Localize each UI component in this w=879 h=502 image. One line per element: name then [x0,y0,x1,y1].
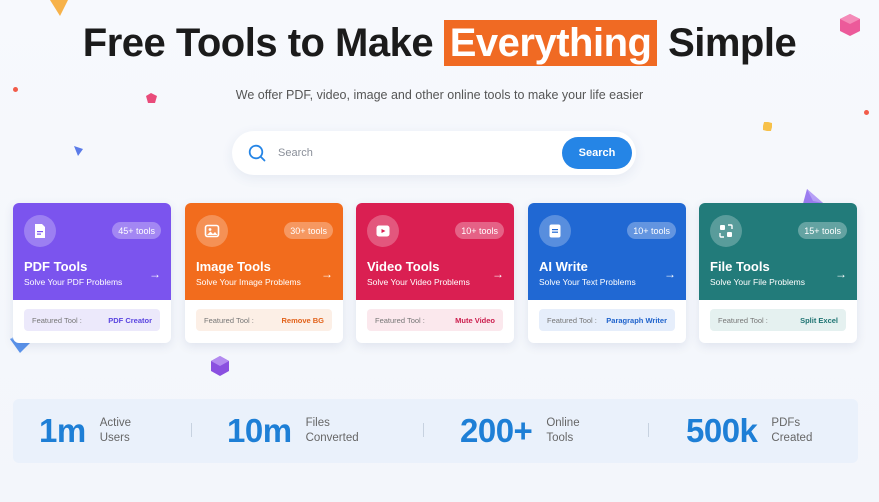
stat-pdfs-created: 500k PDFs Created [686,399,841,463]
card-video-tools[interactable]: 10+ tools Video Tools Solve Your Video P… [356,203,514,343]
stat-label-line: Converted [305,432,359,444]
divider [423,423,424,437]
featured-label: Featured Tool : [375,315,425,325]
card-title: File Tools [710,259,770,274]
stat-label-line: Online [546,417,580,429]
stat-number: 500k [686,412,758,449]
ai-write-icon [539,215,571,247]
stat-number: 1m [39,412,86,449]
stat-number: 200+ [460,412,533,449]
search-button[interactable]: Search [562,137,632,169]
card-description: Solve Your File Problems [710,277,805,287]
decor-orange-shape [50,0,68,16]
stat-label: Active Users [100,416,170,446]
title-highlight: Everything [443,20,658,66]
featured-tool[interactable]: Featured Tool : PDF Creator [24,309,160,331]
arrow-right-icon: → [835,267,847,281]
card-header: 10+ tools AI Write Solve Your Text Probl… [528,203,686,300]
featured-tool[interactable]: Featured Tool : Mute Video [367,309,503,331]
stat-online-tools: 200+ Online Tools [460,399,616,463]
card-header: 10+ tools Video Tools Solve Your Video P… [356,203,514,300]
card-title: AI Write [539,259,588,274]
tool-count-badge: 10+ tools [627,222,676,239]
featured-tool[interactable]: Featured Tool : Remove BG [196,309,332,331]
card-title: Video Tools [367,259,440,274]
search-icon [248,144,266,162]
featured-label: Featured Tool : [718,315,768,325]
stat-label-line: Active [99,417,132,429]
stat-label-line: Users [99,432,130,444]
arrow-right-icon: → [664,267,676,281]
search-input[interactable] [278,147,562,159]
arrow-right-icon: → [321,267,333,281]
stat-label-line: Created [771,432,813,444]
card-header: 15+ tools File Tools Solve Your File Pro… [699,203,857,300]
featured-label: Featured Tool : [32,315,82,325]
featured-tool-link[interactable]: Remove BG [281,316,324,325]
decor-blue-triangle [74,146,83,156]
title-part: Simple [657,21,797,65]
card-description: Solve Your Video Problems [367,277,470,287]
search-bar: Search [232,131,636,175]
arrow-right-icon: → [492,267,504,281]
card-ai-write[interactable]: 10+ tools AI Write Solve Your Text Probl… [528,203,686,343]
card-pdf-tools[interactable]: 45+ tools PDF Tools Solve Your PDF Probl… [13,203,171,343]
stat-label-line: Files [305,417,330,429]
featured-tool-link[interactable]: Split Excel [800,316,838,325]
card-header: 45+ tools PDF Tools Solve Your PDF Probl… [13,203,171,300]
card-title: Image Tools [196,259,271,274]
tool-count-badge: 15+ tools [798,222,847,239]
stat-label: Online Tools [546,416,616,446]
stat-label-line: PDFs [771,417,801,429]
card-image-tools[interactable]: 30+ tools Image Tools Solve Your Image P… [185,203,343,343]
card-description: Solve Your Text Problems [539,277,636,287]
image-icon [196,215,228,247]
page-title: Free Tools to Make Everything Simple [0,20,879,66]
card-file-tools[interactable]: 15+ tools File Tools Solve Your File Pro… [699,203,857,343]
file-icon [710,215,742,247]
decor-purple-cube [211,356,229,376]
tool-cards: 45+ tools PDF Tools Solve Your PDF Probl… [13,203,858,343]
title-part: Free Tools to Make [82,21,444,65]
decor-yellow-square [763,122,772,131]
featured-tool-link[interactable]: Paragraph Writer [606,316,667,325]
divider [191,423,192,437]
page-subtitle: We offer PDF, video, image and other onl… [235,88,644,102]
featured-tool-link[interactable]: PDF Creator [108,316,152,325]
pdf-icon [24,215,56,247]
card-title: PDF Tools [24,259,88,274]
arrow-right-icon: → [149,267,161,281]
tool-count-badge: 45+ tools [112,222,161,239]
tool-count-badge: 30+ tools [284,222,333,239]
stat-files-converted: 10m Files Converted [227,399,376,463]
featured-label: Featured Tool : [547,315,597,325]
featured-tool[interactable]: Featured Tool : Split Excel [710,309,846,331]
stat-label: PDFs Created [771,416,841,446]
decor-dot [864,110,869,115]
card-description: Solve Your PDF Problems [24,277,123,287]
stats-bar: 1m Active Users 10m Files Converted 200+ O… [13,399,858,463]
stat-label: Files Converted [306,416,376,446]
stat-active-users: 1m Active Users [39,399,170,463]
card-header: 30+ tools Image Tools Solve Your Image P… [185,203,343,300]
card-description: Solve Your Image Problems [196,277,301,287]
featured-tool-link[interactable]: Mute Video [455,316,495,325]
video-icon [367,215,399,247]
tool-count-badge: 10+ tools [455,222,504,239]
featured-label: Featured Tool : [204,315,254,325]
stat-label-line: Tools [546,432,574,444]
featured-tool[interactable]: Featured Tool : Paragraph Writer [539,309,675,331]
stat-number: 10m [227,412,292,449]
divider [648,423,649,437]
